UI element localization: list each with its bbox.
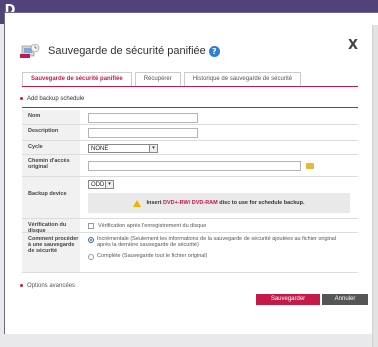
- method-label: Comment procéder à une sauvegarde de séc…: [22, 233, 80, 272]
- backup-schedule-icon: [20, 43, 40, 59]
- path-input[interactable]: [88, 160, 301, 171]
- bullet-icon: [20, 283, 23, 287]
- dialog-title: Sauvegarde de sécurité panifiée: [48, 45, 206, 57]
- bullet-icon: [20, 96, 23, 100]
- form-row-path: Chemin d'accès original: [22, 155, 358, 177]
- section-title: Add backup schedule: [27, 96, 85, 102]
- notice-prefix: Insert: [146, 200, 162, 206]
- device-select[interactable]: ODD ▾: [88, 180, 114, 189]
- tab-underline: [22, 86, 358, 87]
- tab-backup-history[interactable]: Historique de sauvegarde de sécurité: [183, 72, 302, 86]
- verify-checkbox[interactable]: [88, 222, 94, 229]
- notice-disc-type: DVD+-RW/ DVD-RAM: [162, 200, 218, 206]
- form-row-name: Nom: [22, 110, 358, 125]
- complete-option[interactable]: Complète (Sauvegarde tout le fichier ori…: [88, 253, 207, 260]
- incremental-text: Incrémentale (Seulement les informations…: [97, 236, 337, 248]
- path-label: Chemin d'accès original: [22, 155, 80, 176]
- description-input[interactable]: [88, 128, 198, 138]
- warning-icon: [133, 199, 142, 207]
- dialog-header: Sauvegarde de sécurité panifiée ?: [20, 40, 220, 62]
- chevron-down-icon: ▾: [105, 181, 113, 188]
- name-label: Nom: [22, 110, 80, 124]
- complete-radio[interactable]: [88, 254, 94, 260]
- top-accent-strip: [10, 0, 378, 12]
- cycle-select-value: NONE: [91, 146, 109, 152]
- section-heading: Add backup schedule: [20, 96, 84, 102]
- close-button[interactable]: X: [348, 38, 358, 53]
- tab-scheduled-backup[interactable]: Sauvegarde de sécurité panifiée: [22, 72, 132, 86]
- section-divider: [22, 107, 358, 108]
- cycle-select[interactable]: NONE ▾: [88, 144, 158, 153]
- cycle-label: Cycle: [22, 141, 80, 154]
- device-label: Backup device: [22, 177, 80, 218]
- scrollbar[interactable]: [372, 25, 378, 347]
- name-input[interactable]: [88, 113, 198, 123]
- verify-text: Vérification après l'enregistrement du d…: [98, 222, 207, 229]
- cancel-button[interactable]: Annuler: [322, 294, 368, 305]
- verify-label: Vérification du disque: [22, 219, 80, 234]
- form-row-verify: Vérification du disque Vérification aprè…: [22, 219, 358, 234]
- backup-form: Nom Description Cycle NONE ▾ Chemin d'ac…: [22, 110, 358, 273]
- folder-icon[interactable]: [306, 162, 314, 169]
- chevron-down-icon: ▾: [149, 145, 157, 152]
- help-icon[interactable]: ?: [208, 45, 220, 57]
- tab-restore[interactable]: Récupérer: [134, 72, 181, 86]
- tab-bar: Sauvegarde de sécurité panifiée Récupére…: [22, 72, 304, 86]
- form-row-device: Backup device ODD ▾ Insert DVD+-RW/ DVD-…: [22, 177, 358, 219]
- form-row-method: Comment procéder à une sauvegarde de séc…: [22, 233, 358, 273]
- form-row-cycle: Cycle NONE ▾: [22, 141, 358, 155]
- complete-text: Complète (Sauvegarde tout le fichier ori…: [97, 253, 208, 259]
- advanced-options-link[interactable]: Options avancées: [20, 283, 75, 289]
- advanced-options-label: Options avancées: [27, 283, 76, 289]
- notice-suffix: disc to use for schedule backup.: [219, 200, 305, 206]
- incremental-radio[interactable]: [88, 237, 94, 243]
- description-label: Description: [22, 125, 80, 140]
- save-button[interactable]: Sauvegarder: [256, 294, 320, 305]
- incremental-option[interactable]: Incrémentale (Seulement les informations…: [88, 236, 350, 248]
- device-select-value: ODD: [91, 182, 105, 188]
- form-row-description: Description: [22, 125, 358, 141]
- insert-disc-notice: Insert DVD+-RW/ DVD-RAM disc to use for …: [88, 193, 350, 213]
